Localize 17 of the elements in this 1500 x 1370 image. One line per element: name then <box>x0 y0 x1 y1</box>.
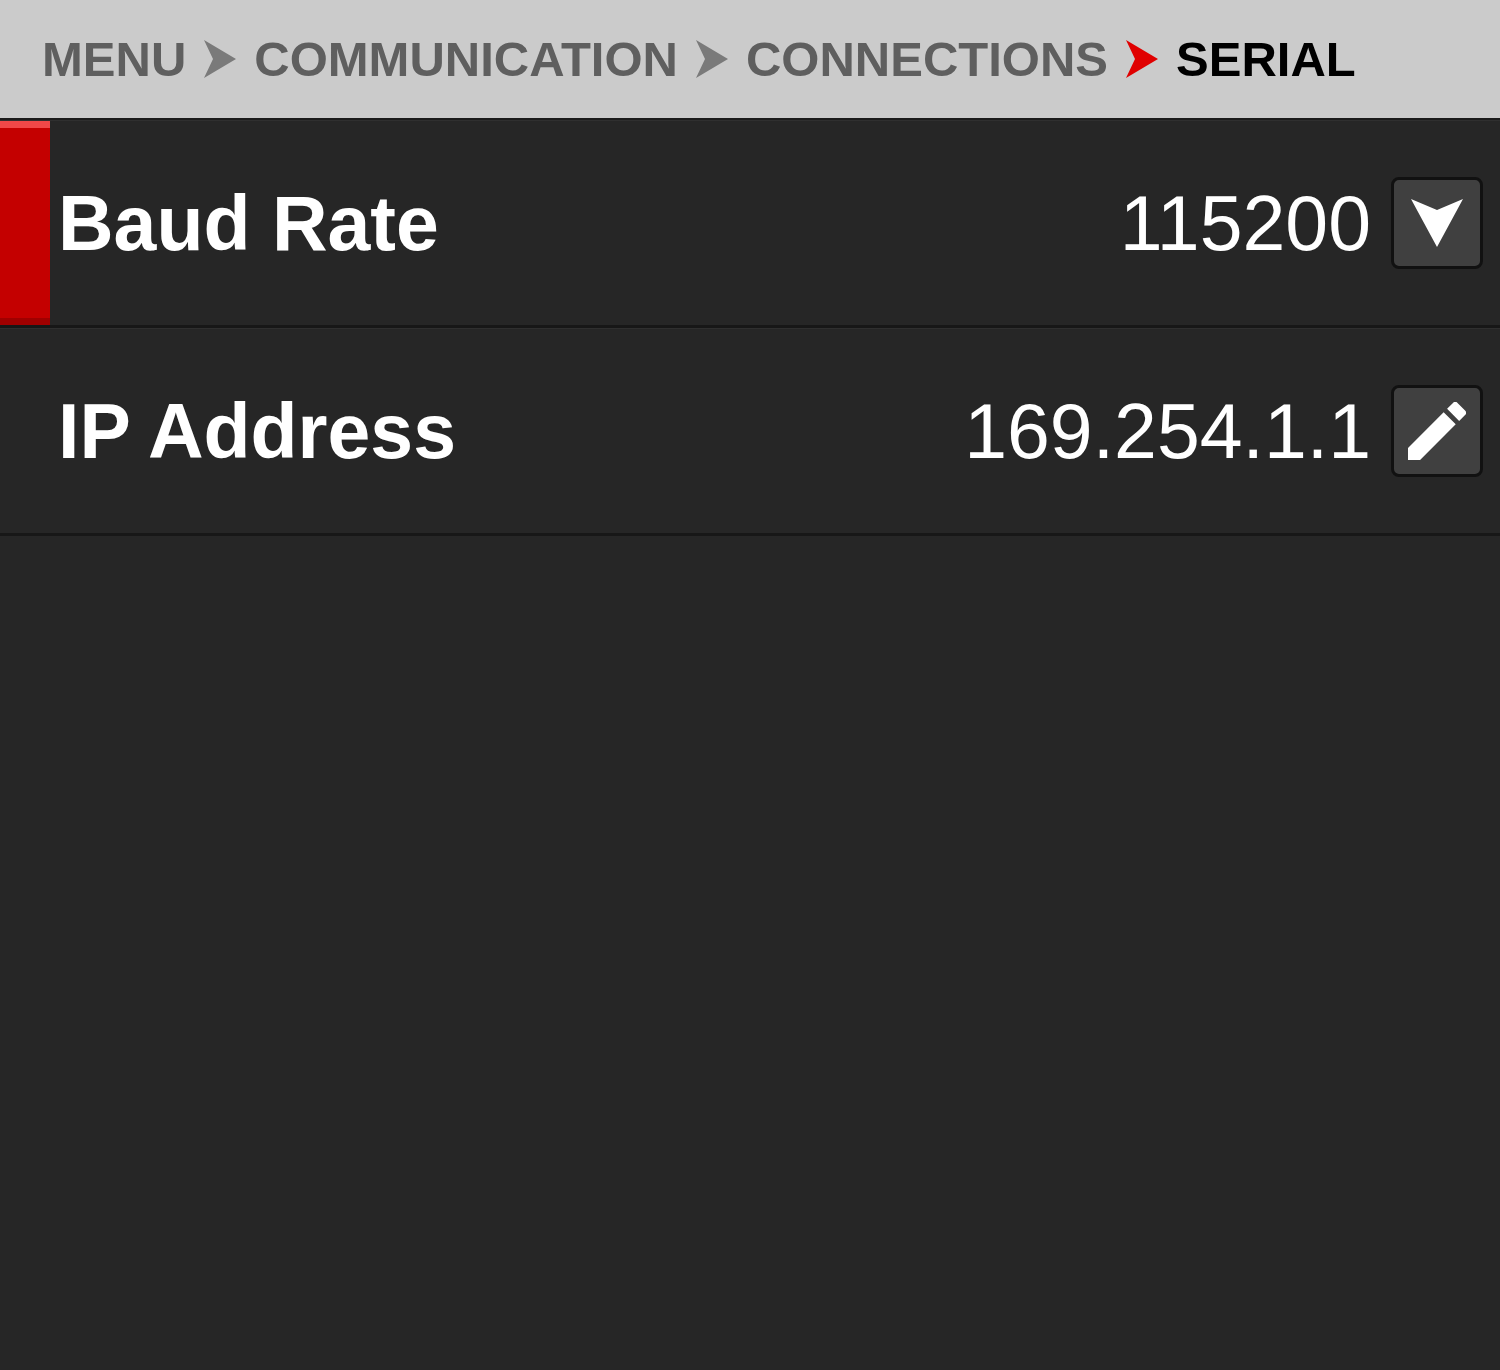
edit-button[interactable] <box>1391 385 1483 477</box>
dropdown-button[interactable] <box>1391 177 1483 269</box>
caret-icon <box>1411 199 1463 247</box>
settings-row[interactable]: Baud Rate 115200 <box>0 120 1500 328</box>
breadcrumb-link[interactable]: COMMUNICATION <box>254 34 678 84</box>
breadcrumb-link[interactable]: SERIAL <box>1176 34 1356 84</box>
chevron-icon <box>1126 40 1159 78</box>
breadcrumb-link[interactable]: CONNECTIONS <box>746 34 1109 84</box>
breadcrumb-link[interactable]: MENU <box>42 34 187 84</box>
pencil-icon <box>1408 402 1466 460</box>
setting-label: IP Address <box>58 392 456 470</box>
setting-value: 169.254.1.1 <box>964 392 1371 470</box>
chevron-icon <box>204 40 237 78</box>
settings-row[interactable]: IP Address 169.254.1.1 <box>0 328 1500 536</box>
setting-value: 115200 <box>1119 184 1371 262</box>
chevron-icon <box>696 40 728 78</box>
setting-label: Baud Rate <box>58 184 439 262</box>
